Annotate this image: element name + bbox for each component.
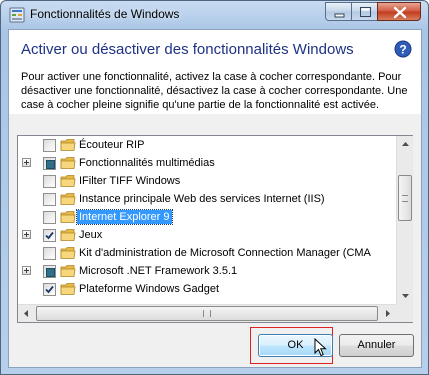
scroll-left-icon[interactable] [18,305,35,322]
feature-row[interactable]: IFilter TIFF Windows [18,172,398,190]
expand-icon[interactable] [22,158,31,167]
feature-row[interactable]: Fonctionnalités multimédias [18,154,398,172]
feature-checkbox[interactable] [43,193,56,206]
scroll-up-icon[interactable] [397,136,414,153]
feature-checkbox[interactable] [43,283,56,296]
folder-icon [60,247,76,259]
folder-icon [60,193,76,205]
feature-label: Instance principale Web des services Int… [79,193,325,205]
feature-row[interactable]: Instance principale Web des services Int… [18,190,398,208]
expand-icon[interactable] [22,230,31,239]
feature-label: Internet Explorer 9 [76,209,173,225]
feature-label: IFilter TIFF Windows [79,175,181,187]
features-tree[interactable]: Écouteur RIP Fonctionnalités multimédias I… [17,135,413,323]
folder-icon [60,175,76,187]
feature-label: Plateforme Windows Gadget [79,283,220,295]
dialog-window: Fonctionnalités de Windows Activer ou dé… [0,0,429,375]
feature-label: Écouteur RIP [79,139,145,151]
vertical-scroll-thumb[interactable] [398,175,412,221]
feature-label: Microsoft .NET Framework 3.5.1 [79,265,238,277]
scrollbar-corner [396,304,413,322]
svg-text:?: ? [399,43,406,57]
minimize-button[interactable] [325,2,352,21]
feature-checkbox[interactable] [43,229,56,242]
feature-row[interactable]: Internet Explorer 9 [18,208,398,226]
checkmark-icon [45,285,54,294]
feature-row[interactable]: Plateforme Windows Gadget [18,280,398,298]
feature-checkbox[interactable] [43,175,56,188]
dialog-header: Activer ou désactiver des fonctionnalité… [9,30,421,114]
feature-checkbox[interactable] [43,247,56,260]
feature-checkbox[interactable] [43,157,56,170]
mouse-cursor-icon [314,338,327,357]
feature-label: Fonctionnalités multimédias [79,157,215,169]
maximize-icon [360,7,371,17]
dialog-client-area: Activer ou désactiver des fonctionnalité… [8,29,422,368]
folder-icon [60,139,76,151]
cancel-button[interactable]: Annuler [339,334,414,357]
app-icon [9,7,25,23]
checkmark-icon [45,231,54,240]
close-icon [393,6,407,19]
feature-checkbox[interactable] [43,211,56,224]
folder-icon [60,229,76,241]
feature-label: Kit d'administration de Microsoft Connec… [79,247,371,259]
folder-icon [60,211,76,223]
expand-icon[interactable] [22,266,31,275]
minimize-icon [334,13,345,18]
feature-checkbox[interactable] [43,139,56,152]
title-bar[interactable]: Fonctionnalités de Windows [1,1,428,29]
vertical-scrollbar[interactable] [396,136,413,304]
close-button[interactable] [377,2,421,21]
feature-row[interactable]: Microsoft .NET Framework 3.5.1 [18,262,398,280]
folder-icon [60,283,76,295]
scroll-right-icon[interactable] [379,305,396,322]
scroll-down-icon[interactable] [397,287,414,304]
feature-row[interactable]: Jeux [18,226,398,244]
feature-row[interactable]: Écouteur RIP [18,136,398,154]
feature-row[interactable]: Kit d'administration de Microsoft Connec… [18,244,398,262]
horizontal-scroll-thumb[interactable] [36,306,378,321]
feature-label: Jeux [79,229,103,241]
feature-checkbox[interactable] [43,265,56,278]
maximize-button[interactable] [351,2,378,21]
horizontal-scrollbar[interactable] [18,304,396,322]
help-icon[interactable]: ? [394,40,412,58]
folder-icon [60,265,76,277]
description-text: Pour activer une fonctionnalité, activez… [21,71,408,111]
folder-icon [60,157,76,169]
window-title: Fonctionnalités de Windows [30,7,180,21]
page-title: Activer ou désactiver des fonctionnalité… [21,41,354,58]
